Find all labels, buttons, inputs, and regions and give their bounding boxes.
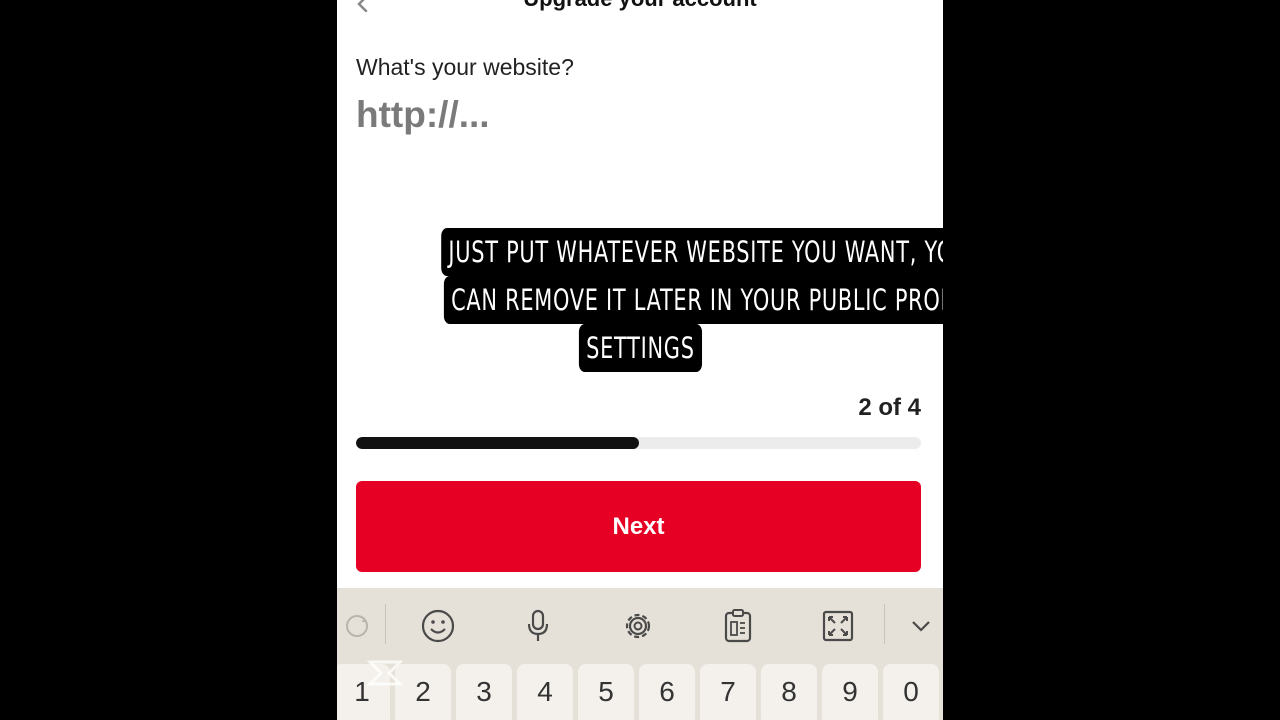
microphone-icon[interactable] (518, 606, 558, 646)
step-indicator: 2 of 4 (858, 394, 921, 421)
next-button[interactable]: Next (356, 481, 921, 572)
watermark-logo-icon (367, 660, 403, 686)
number-key[interactable]: 4 (517, 664, 573, 720)
clipboard-icon[interactable] (718, 606, 758, 646)
video-caption-overlay: JUST PUT WHATEVER WEBSITE YOU WANT, YOU … (337, 228, 943, 372)
number-key[interactable]: 6 (639, 664, 695, 720)
number-key[interactable]: 7 (700, 664, 756, 720)
emoji-icon[interactable] (418, 606, 458, 646)
on-screen-keyboard: 1234567890 (337, 588, 943, 720)
number-key[interactable]: 5 (578, 664, 634, 720)
keyboard-toolbar (337, 588, 943, 660)
toolbar-divider (385, 604, 386, 644)
page-title: Upgrade your account (337, 0, 943, 12)
number-key[interactable]: 3 (456, 664, 512, 720)
website-url-input[interactable] (354, 92, 918, 138)
top-bar: Upgrade your account (337, 0, 943, 18)
caption-line-1: JUST PUT WHATEVER WEBSITE YOU WANT, YOU (441, 228, 943, 276)
caption-line-3: SETTINGS (578, 324, 702, 372)
number-key[interactable]: 2 (395, 664, 451, 720)
caption-line-2: CAN REMOVE IT LATER IN YOUR PUBLIC PROFI… (443, 276, 943, 324)
resize-icon[interactable] (818, 606, 858, 646)
number-key[interactable]: 9 (822, 664, 878, 720)
sync-icon[interactable] (337, 606, 377, 646)
phone-screen: Upgrade your account What's your website… (337, 0, 943, 720)
number-key[interactable]: 0 (883, 664, 939, 720)
progress-bar-fill (356, 437, 639, 449)
website-question-label: What's your website? (356, 54, 574, 80)
progress-bar (356, 437, 921, 449)
number-key[interactable]: 8 (761, 664, 817, 720)
toolbar-divider (884, 604, 885, 644)
gear-icon[interactable] (618, 606, 658, 646)
chevron-down-icon[interactable] (901, 606, 941, 646)
